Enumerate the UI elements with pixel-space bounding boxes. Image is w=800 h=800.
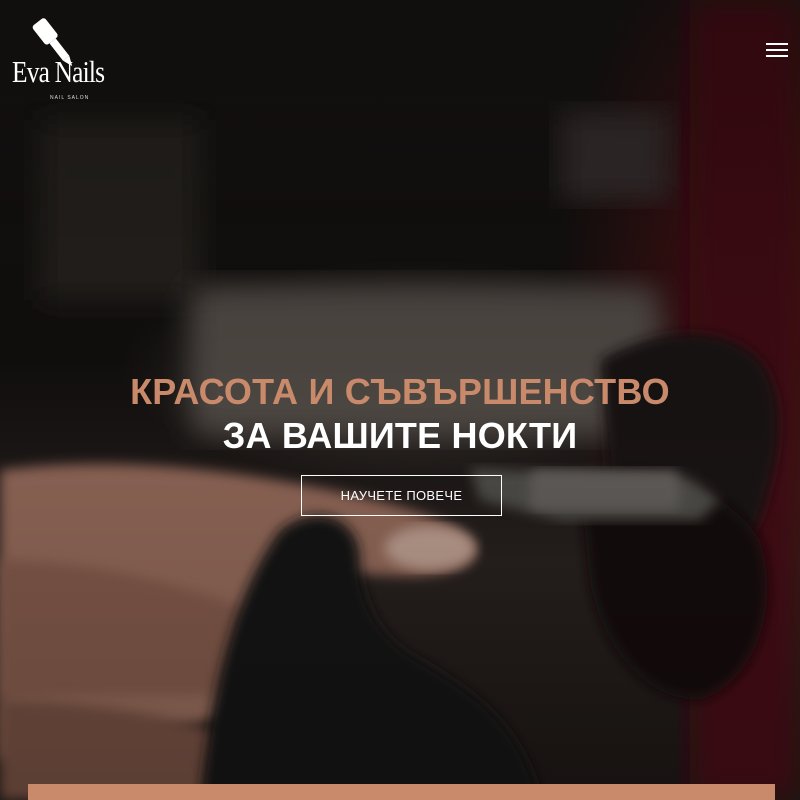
hero-section: Eva Nails NAIL SALON КРАСОТА И СЪВЪРШЕНС… (0, 0, 800, 800)
next-section-bar (28, 784, 775, 800)
site-logo[interactable]: Eva Nails NAIL SALON (10, 14, 130, 101)
hero-headline-accent: КРАСОТА И СЪВЪРШЕНСТВО (130, 371, 670, 412)
hero-headline-main: ЗА ВАШИТЕ НОКТИ (222, 415, 578, 456)
hamburger-menu-icon[interactable] (764, 40, 790, 60)
logo-wordmark: Eva Nails (12, 54, 105, 89)
hero-headline: КРАСОТА И СЪВЪРШЕНСТВО ЗА ВАШИТЕ НОКТИ (0, 370, 800, 458)
learn-more-button[interactable]: НАУЧЕТЕ ПОВЕЧЕ (301, 475, 502, 516)
logo-tagline: NAIL SALON (50, 95, 90, 101)
